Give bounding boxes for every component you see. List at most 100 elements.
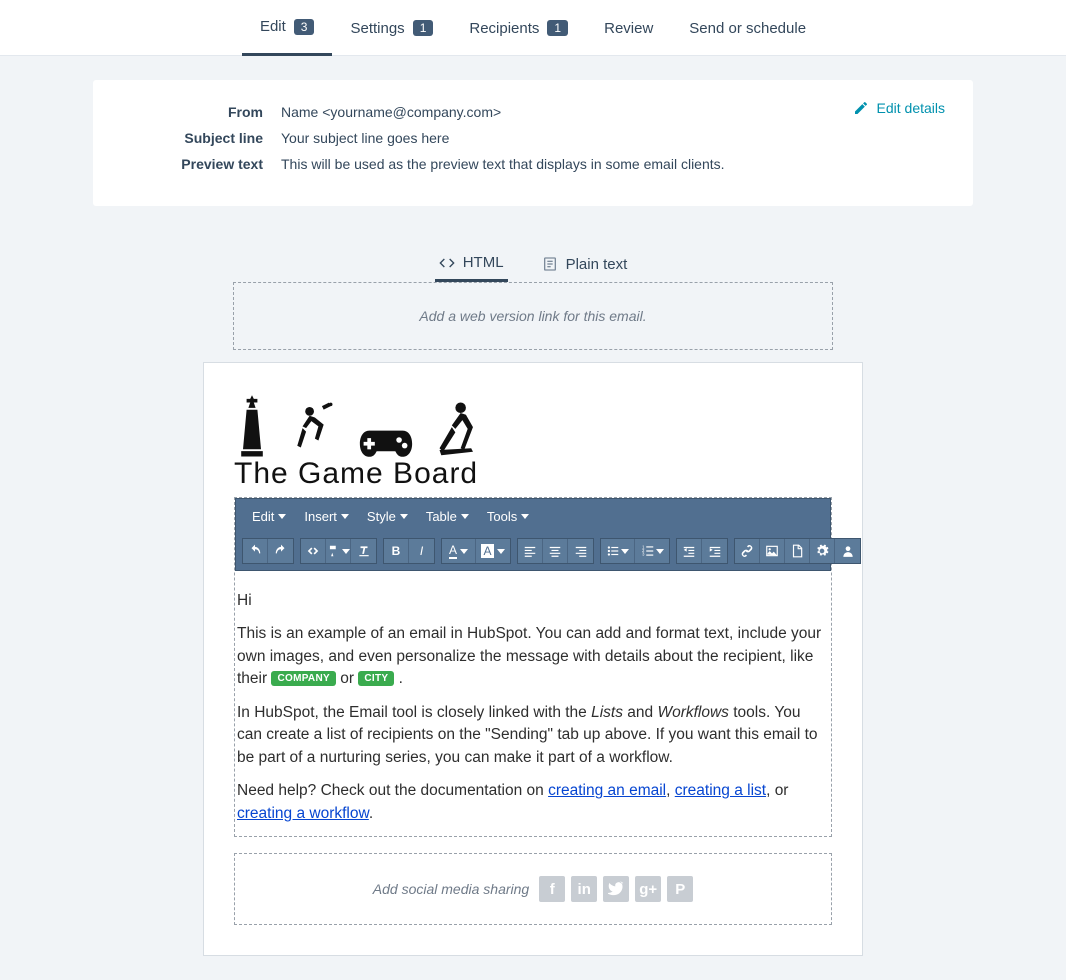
caret-down-icon — [460, 549, 468, 554]
redo-button[interactable] — [268, 539, 293, 563]
outdent-button[interactable] — [677, 539, 702, 563]
view-tabs: HTML Plain text — [93, 246, 973, 282]
menu-tools[interactable]: Tools — [481, 505, 535, 528]
menu-insert[interactable]: Insert — [298, 505, 355, 528]
paragraph-1: This is an example of an email in HubSpo… — [237, 623, 829, 690]
link-button[interactable] — [735, 539, 760, 563]
format-paint-button[interactable] — [326, 539, 351, 563]
edit-details-button[interactable]: Edit details — [853, 100, 945, 116]
bullet-list-icon — [606, 544, 620, 558]
caret-down-icon — [278, 514, 286, 519]
pencil-icon — [853, 100, 869, 116]
align-left-icon — [523, 544, 537, 558]
subject-label: Subject line — [123, 130, 263, 146]
from-value: Name <yourname@company.com> — [281, 104, 501, 120]
svg-text:3: 3 — [642, 552, 645, 557]
image-icon — [765, 544, 779, 558]
gamepad-icon — [358, 423, 414, 457]
tab-settings[interactable]: Settings 1 — [332, 0, 451, 56]
bullet-list-button[interactable] — [601, 539, 635, 563]
tab-recipients-label: Recipients — [469, 20, 539, 37]
undo-icon — [248, 544, 262, 558]
token-company[interactable]: COMPANY — [271, 671, 335, 686]
preview-value: This will be used as the preview text th… — [281, 156, 725, 172]
email-logo: The Game Board — [234, 393, 832, 491]
chess-king-icon — [234, 393, 270, 457]
numbered-list-icon: 123 — [641, 544, 655, 558]
format-paint-icon — [327, 544, 341, 558]
outdent-icon — [682, 544, 696, 558]
person-icon — [841, 544, 855, 558]
from-label: From — [123, 104, 263, 120]
googleplus-icon[interactable]: g+ — [635, 876, 661, 902]
menu-style[interactable]: Style — [361, 505, 414, 528]
caret-down-icon — [400, 514, 408, 519]
web-version-label: Add a web version link for this email. — [419, 308, 646, 324]
view-tab-html[interactable]: HTML — [435, 246, 508, 282]
tab-review[interactable]: Review — [586, 0, 671, 56]
social-label: Add social media sharing — [373, 881, 529, 897]
linkedin-icon[interactable]: in — [571, 876, 597, 902]
source-code-button[interactable] — [301, 539, 326, 563]
bold-button[interactable]: B — [384, 539, 409, 563]
align-right-button[interactable] — [568, 539, 593, 563]
logo-icons-row — [234, 393, 480, 457]
view-tab-plain[interactable]: Plain text — [538, 246, 632, 282]
clear-format-icon — [357, 544, 371, 558]
email-body[interactable]: Hi This is an example of an email in Hub… — [235, 571, 831, 825]
redo-icon — [274, 544, 288, 558]
tab-edit[interactable]: Edit 3 — [242, 0, 333, 56]
email-details-card: From Name <yourname@company.com> Subject… — [93, 80, 973, 206]
link-creating-list[interactable]: creating a list — [675, 782, 766, 799]
social-icons: f in g+ P — [539, 876, 693, 902]
tab-recipients[interactable]: Recipients 1 — [451, 0, 586, 56]
menu-table[interactable]: Table — [420, 505, 475, 528]
view-tab-plain-label: Plain text — [566, 256, 628, 273]
caret-down-icon — [656, 549, 664, 554]
align-center-icon — [548, 544, 562, 558]
token-city[interactable]: CITY — [358, 671, 394, 686]
align-center-button[interactable] — [543, 539, 568, 563]
link-creating-workflow[interactable]: creating a workflow — [237, 805, 369, 822]
numbered-list-button[interactable]: 123 — [635, 539, 669, 563]
code-icon — [306, 544, 320, 558]
caret-down-icon — [461, 514, 469, 519]
background-color-button[interactable]: A — [476, 539, 510, 563]
tab-send[interactable]: Send or schedule — [671, 0, 824, 56]
tab-settings-badge: 1 — [413, 20, 434, 36]
tab-edit-label: Edit — [260, 18, 286, 35]
align-right-icon — [574, 544, 588, 558]
personalize-button[interactable] — [835, 539, 860, 563]
greeting-text: Hi — [237, 590, 829, 612]
twitter-icon[interactable] — [603, 876, 629, 902]
file-button[interactable] — [785, 539, 810, 563]
pinterest-icon[interactable]: P — [667, 876, 693, 902]
gear-icon — [815, 544, 829, 558]
menu-edit[interactable]: Edit — [246, 505, 292, 528]
italic-button[interactable]: I — [409, 539, 434, 563]
tab-send-label: Send or schedule — [689, 20, 806, 37]
tab-settings-label: Settings — [350, 20, 404, 37]
indent-icon — [708, 544, 722, 558]
align-left-button[interactable] — [518, 539, 543, 563]
link-creating-email[interactable]: creating an email — [548, 782, 666, 799]
indent-button[interactable] — [702, 539, 727, 563]
wizard-tabs: Edit 3 Settings 1 Recipients 1 Review Se… — [0, 0, 1066, 56]
tab-recipients-badge: 1 — [547, 20, 568, 36]
caret-down-icon — [497, 549, 505, 554]
social-sharing-placeholder[interactable]: Add social media sharing f in g+ P — [234, 853, 832, 925]
email-canvas: The Game Board Edit Insert Style Table T… — [203, 362, 863, 956]
web-version-placeholder[interactable]: Add a web version link for this email. — [233, 282, 833, 350]
code-icon — [439, 255, 455, 271]
text-color-button[interactable]: A — [442, 539, 476, 563]
facebook-icon[interactable]: f — [539, 876, 565, 902]
gear-button[interactable] — [810, 539, 835, 563]
logo-text: The Game Board — [234, 457, 480, 491]
clear-format-button[interactable] — [351, 539, 376, 563]
image-button[interactable] — [760, 539, 785, 563]
undo-button[interactable] — [243, 539, 268, 563]
view-tab-html-label: HTML — [463, 254, 504, 271]
rich-text-editor[interactable]: Edit Insert Style Table Tools B I — [234, 497, 832, 837]
file-icon — [790, 544, 804, 558]
edit-details-label: Edit details — [877, 100, 945, 116]
